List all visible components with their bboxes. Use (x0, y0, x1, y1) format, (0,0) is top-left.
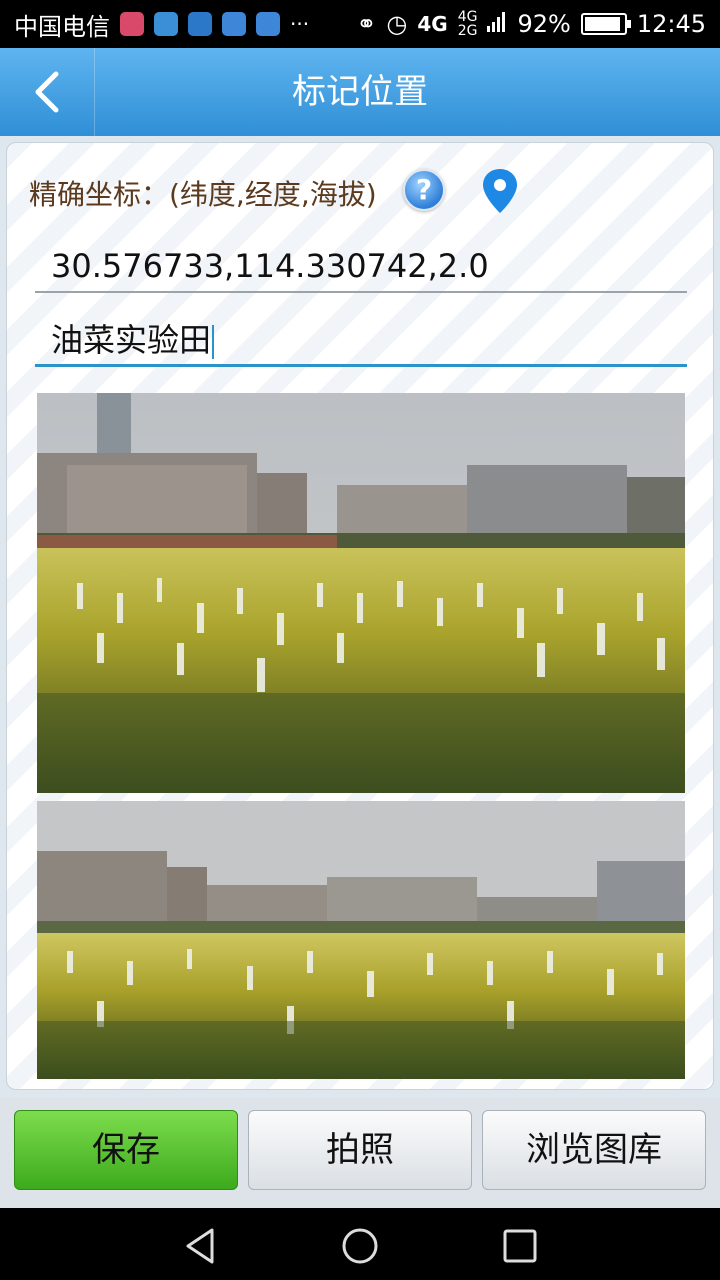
question-icon[interactable]: ? (403, 169, 445, 211)
browse-gallery-button[interactable]: 浏览图库 (482, 1110, 706, 1190)
title-bar: 标记位置 (0, 48, 720, 136)
square-recents-icon[interactable] (500, 1226, 540, 1266)
location-name-input[interactable]: 油菜实验田 (35, 313, 687, 367)
save-button[interactable]: 保存 (14, 1110, 238, 1190)
signal-icon (487, 10, 507, 38)
rapeseed-field-photo (37, 393, 685, 793)
more-notifications-icon: ··· (290, 12, 310, 36)
status-bar: 中国电信 ··· ⚭ ◷ 4G 4G 2G 92% 12:45 (0, 0, 720, 48)
circle-home-icon[interactable] (340, 1226, 380, 1266)
battery-icon (580, 13, 631, 35)
music-app-icon (120, 12, 144, 36)
carrier-name: 中国电信 (14, 12, 110, 41)
dual-network-indicator: 4G 2G (457, 9, 478, 39)
location-name-text: 油菜实验田 (51, 321, 212, 359)
coordinate-label: 精确坐标：(纬度,经度,海拔) (29, 178, 377, 211)
action-bar: 保存 拍照 浏览图库 (0, 1098, 720, 1208)
field-photo-2[interactable] (37, 801, 685, 1079)
app-notification-icon (188, 12, 212, 36)
coordinates-input[interactable]: 30.576733,114.330742,2.0 (35, 239, 687, 293)
app-notification-icon (256, 12, 280, 36)
page-title: 标记位置 (292, 72, 428, 112)
battery-percent: 92% (517, 10, 571, 38)
alarm-icon: ◷ (386, 10, 408, 38)
text-caret (212, 325, 215, 359)
take-photo-button[interactable]: 拍照 (248, 1110, 472, 1190)
location-app-icon (154, 12, 178, 36)
rapeseed-field-photo (37, 801, 685, 1079)
network-type: 4G (417, 12, 448, 36)
location-form-card: 精确坐标：(纬度,经度,海拔) ? 30.576733,114.330742,2… (6, 142, 714, 1090)
field-photo-1[interactable] (37, 393, 685, 793)
app-notification-icon (222, 12, 246, 36)
triangle-back-icon[interactable] (180, 1226, 220, 1266)
system-nav-bar (0, 1208, 720, 1280)
map-pin-icon[interactable] (481, 167, 519, 215)
headset-icon: ⚭ (356, 10, 377, 38)
clock: 12:45 (636, 10, 706, 38)
